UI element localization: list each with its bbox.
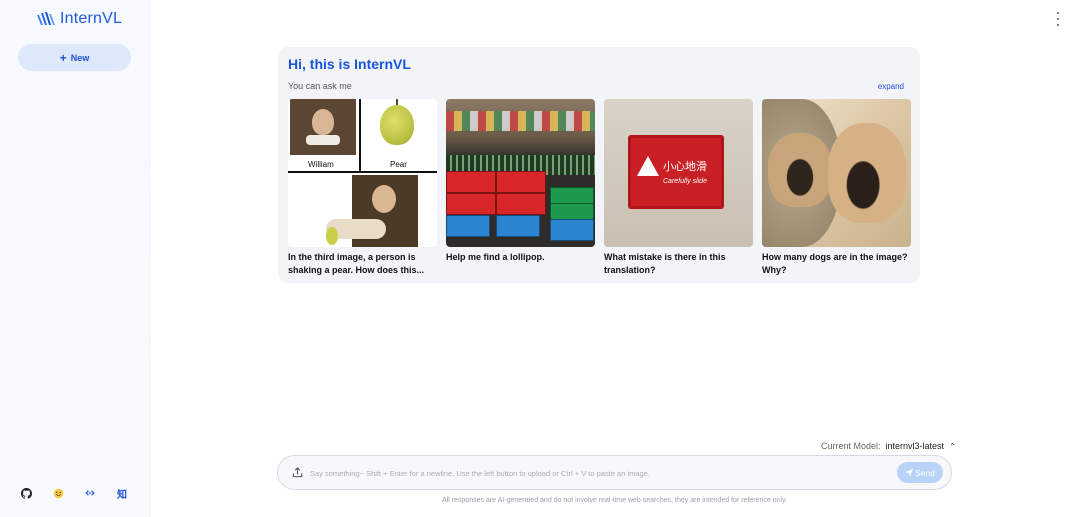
more-options-icon[interactable] [1054, 12, 1062, 26]
upload-icon[interactable] [292, 467, 303, 478]
new-chat-button[interactable]: + New [18, 44, 131, 71]
link-icon[interactable] [82, 485, 98, 501]
example-image-shakespeare-pear: William Pear [288, 99, 437, 247]
chat-input[interactable] [310, 464, 890, 482]
github-icon[interactable] [18, 485, 34, 501]
example-prompt-text: What mistake is there in this translatio… [604, 252, 726, 275]
huggingface-icon[interactable] [50, 485, 66, 501]
zhihu-glyph: 知 [117, 489, 127, 501]
example-prompt-text: How many dogs are in the image? Why? [762, 252, 908, 275]
plus-icon: + [59, 50, 67, 65]
portrait-image [290, 99, 356, 155]
example-prompts: William Pear In the third image, a perso… [288, 99, 911, 277]
portrait-with-pear-image [326, 175, 418, 247]
expand-link[interactable]: expand [878, 82, 904, 91]
example-card-dogs[interactable]: How many dogs are in the image? Why? [762, 99, 911, 277]
chevron-up-icon[interactable]: ⌃ [949, 442, 956, 451]
model-name: internvl3-latest [885, 441, 945, 451]
image-label-pear: Pear [390, 160, 407, 169]
welcome-title: Hi, this is InternVL [288, 56, 411, 72]
logo[interactable]: InternVL [36, 10, 122, 28]
model-selector[interactable]: Current Model: internvl3-latest ⌃ [821, 441, 956, 451]
new-chat-label: New [70, 52, 90, 63]
example-image-pugs [762, 99, 911, 247]
pear-image [380, 105, 414, 145]
example-card-shakespeare-pear[interactable]: William Pear In the third image, a perso… [288, 99, 437, 277]
ai-disclaimer: All responses are AI-generated and do no… [441, 497, 787, 504]
internvl-logo-icon [37, 12, 55, 25]
example-image-store-crates [446, 99, 595, 247]
warning-sign: 小心地滑 Carefully slide [628, 135, 724, 209]
example-card-lollipop[interactable]: Help me find a lollipop. [446, 99, 595, 277]
model-label: Current Model: [821, 441, 881, 451]
send-icon [905, 468, 914, 477]
example-card-translation[interactable]: 小心地滑 Carefully slide What mistake is the… [604, 99, 753, 277]
example-prompt-text: In the third image, a person is shaking … [288, 252, 425, 275]
sign-chinese-text: 小心地滑 [663, 160, 707, 173]
send-label: Send [915, 467, 935, 478]
zhihu-icon[interactable]: 知 [114, 485, 130, 501]
sidebar-footer-links: 知 [18, 485, 130, 501]
slip-warning-icon [637, 156, 659, 176]
image-label-william: William [308, 160, 334, 169]
welcome-card: Hi, this is InternVL You can ask me expa… [278, 47, 920, 283]
example-image-warning-sign: 小心地滑 Carefully slide [604, 99, 753, 247]
sign-english-text: Carefully slide [663, 178, 707, 185]
logo-text: InternVL [60, 10, 123, 27]
chat-composer: Send [277, 455, 952, 490]
sidebar: InternVL + New 知 [0, 0, 150, 517]
send-button[interactable]: Send [897, 462, 943, 483]
welcome-subtitle: You can ask me [288, 81, 352, 91]
example-prompt-text: Help me find a lollipop. [446, 252, 545, 262]
